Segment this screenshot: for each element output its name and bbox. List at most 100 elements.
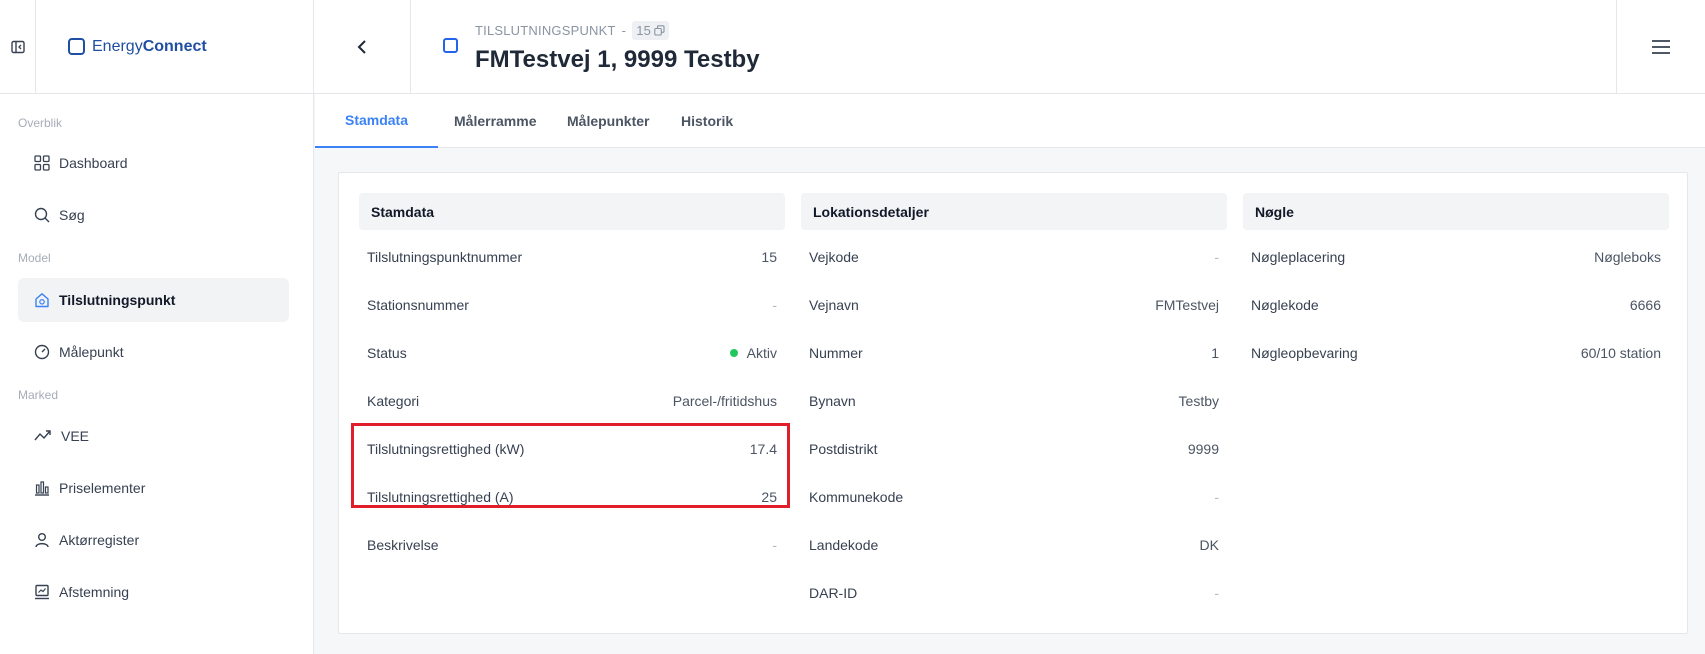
field-label: Postdistrikt [809, 441, 878, 457]
hamburger-menu-icon [1652, 39, 1670, 54]
field-label: Vejkode [809, 249, 859, 265]
field-value: 17.4 [749, 441, 777, 457]
sidebar-item-label: Dashboard [59, 155, 128, 171]
field-label: DAR-ID [809, 585, 858, 601]
field-row: Nøgleopbevaring 60/10 station [1243, 329, 1669, 377]
field-row: Tilslutningspunktnummer 15 [359, 233, 785, 281]
section-title: Stamdata [359, 193, 785, 230]
field-row: Nøgleplacering Nøgleboks [1243, 233, 1669, 281]
home-plug-icon [35, 293, 49, 308]
brand-logo[interactable]: EnergyConnect [36, 0, 314, 93]
field-label: Kommunekode [809, 489, 904, 505]
section-label-marked: Marked [18, 388, 59, 402]
field-value: Nøgleboks [1594, 249, 1661, 265]
sidebar-collapse-icon [10, 40, 25, 53]
field-label: Kategori [367, 393, 420, 409]
page-title: FMTestvej 1, 9999 Testby [475, 46, 760, 73]
sidebar-item-maalepunkt[interactable]: Målepunkt [18, 330, 289, 374]
field-row: Nummer 1 [801, 329, 1227, 377]
sidebar-item-label: Afstemning [59, 584, 130, 600]
field-value: 6666 [1629, 297, 1661, 313]
sidebar-item-vee[interactable]: VEE [18, 414, 289, 458]
field-value: - [1214, 249, 1219, 265]
sidebar-item-label: Priselementer [59, 480, 146, 496]
sidebar-item-label: Målepunkt [59, 344, 124, 360]
field-row: Kommunekode - [801, 473, 1227, 521]
sidebar-toggle-button[interactable] [0, 0, 36, 93]
stamdata-section: Stamdata Tilslutningspunktnummer 15 Stat… [359, 193, 785, 569]
field-value: - [772, 297, 777, 313]
sidebar-item-priselementer[interactable]: Priselementer [18, 466, 289, 510]
sidebar-item-search[interactable]: Søg [18, 193, 289, 237]
field-label: Tilslutningsrettighed (A) [367, 489, 514, 505]
sidebar-item-dashboard[interactable]: Dashboard [18, 141, 289, 185]
section-title: Nøgle [1243, 193, 1669, 230]
field-label: Tilslutningspunktnummer [367, 249, 523, 265]
field-value: - [1214, 585, 1219, 601]
field-label: Status [367, 345, 407, 361]
status-badge: Aktiv [729, 345, 777, 361]
field-value: - [772, 537, 777, 553]
field-row: Vejkode - [801, 233, 1227, 281]
back-button[interactable] [314, 0, 411, 93]
user-icon [35, 533, 49, 548]
field-label: Stationsnummer [367, 297, 469, 313]
field-row: Kategori Parcel-/fritidshus [359, 377, 785, 425]
sidebar-item-label: Aktørregister [59, 532, 140, 548]
breadcrumb-id: 15 [636, 23, 652, 38]
copy-icon[interactable] [654, 25, 665, 36]
tab-stamdata[interactable]: Stamdata [315, 94, 438, 148]
field-row: Status Aktiv [359, 329, 785, 377]
field-label: Beskrivelse [367, 537, 439, 553]
field-label: Bynavn [809, 393, 856, 409]
field-row: Tilslutningsrettighed (A) 25 [359, 473, 785, 521]
chevron-left-icon [357, 39, 366, 54]
noegle-section: Nøgle Nøgleplacering Nøgleboks Nøglekode… [1243, 193, 1669, 377]
field-value: 25 [761, 489, 777, 505]
section-label-overblik: Overblik [18, 116, 63, 130]
id-badge[interactable]: 15 [632, 21, 670, 40]
sidebar-item-afstemning[interactable]: Afstemning [18, 570, 289, 614]
field-value: DK [1199, 537, 1219, 553]
section-label-model: Model [18, 251, 51, 265]
field-row: DAR-ID - [801, 569, 1227, 617]
tab-maalerramme[interactable]: Målerramme [454, 94, 537, 148]
field-row: Nøglekode 6666 [1243, 281, 1669, 329]
field-label: Nøgleopbevaring [1251, 345, 1358, 361]
field-row: Landekode DK [801, 521, 1227, 569]
field-row: Vejnavn FMTestvej [801, 281, 1227, 329]
sidebar-item-aktoerregister[interactable]: Aktørregister [18, 518, 289, 562]
field-row: Postdistrikt 9999 [801, 425, 1227, 473]
sidebar: Overblik Dashboard Søg Model Tilslutning… [0, 94, 314, 654]
field-value: 15 [761, 249, 777, 265]
field-value: FMTestvej [1155, 297, 1219, 313]
sidebar-item-label: Søg [59, 207, 85, 223]
field-row: Beskrivelse - [359, 521, 785, 569]
breadcrumb-separator: - [621, 23, 627, 38]
breadcrumb-label: TILSLUTNINGSPUNKT [475, 23, 616, 38]
connection-point-icon [443, 38, 458, 53]
field-label: Vejnavn [809, 297, 859, 313]
field-value: Parcel-/fritidshus [672, 393, 777, 409]
trend-icon [34, 430, 51, 441]
menu-button[interactable] [1616, 0, 1705, 93]
sidebar-item-label: Tilslutningspunkt [59, 292, 176, 308]
sidebar-item-tilslutningspunkt[interactable]: Tilslutningspunkt [18, 278, 289, 322]
chart-box-icon [35, 584, 49, 600]
field-value: 60/10 station [1580, 345, 1661, 361]
tab-historik[interactable]: Historik [681, 94, 733, 148]
gauge-icon [34, 344, 50, 360]
field-label: Nummer [809, 345, 863, 361]
breadcrumb: TILSLUTNINGSPUNKT - 15 [475, 21, 670, 40]
section-title: Lokationsdetaljer [801, 193, 1227, 230]
grid-icon [34, 155, 50, 171]
field-value: - [1214, 489, 1219, 505]
field-label: Landekode [809, 537, 879, 553]
bars-icon [35, 481, 49, 496]
field-value: 9999 [1187, 441, 1219, 457]
top-bar: EnergyConnect TILSLUTNINGSPUNKT - 15 FMT… [0, 0, 1705, 94]
field-label: Nøglekode [1251, 297, 1319, 313]
status-text: Aktiv [746, 345, 777, 361]
tab-maalepunkter[interactable]: Målepunkter [567, 94, 649, 148]
field-value: Testby [1178, 393, 1219, 409]
